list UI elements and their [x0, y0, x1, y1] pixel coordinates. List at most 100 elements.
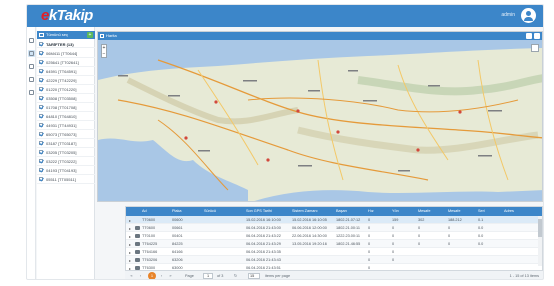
current-page-button[interactable]: 1: [148, 272, 156, 279]
vehicle-checkbox[interactable]: [39, 123, 43, 127]
share-icon[interactable]: [28, 89, 35, 96]
vehicle-label: 05511 [TT05511]: [46, 177, 76, 182]
vehicle-list-item[interactable]: 44931 [TT44931]: [37, 121, 95, 130]
app-root: ekTakip admin Tümünü seç + TARİFTER (13)…: [0, 0, 554, 286]
table-cell-gps: 06.04.2016 21:43:35: [246, 250, 281, 254]
map-maximize-button[interactable]: [534, 33, 540, 39]
table-cell-dir: 0: [392, 258, 395, 262]
col-system-time[interactable]: Sistem Zamanı: [292, 209, 318, 213]
col-plate[interactable]: Plaka: [172, 209, 182, 213]
vehicle-checkbox[interactable]: [39, 177, 43, 181]
vehicle-list-item[interactable]: 025641 [TT02641]: [37, 58, 95, 67]
vehicle-list-item[interactable]: 04193 [TT04193]: [37, 166, 95, 175]
application-window: ekTakip admin Tümünü seç + TARİFTER (13)…: [26, 4, 544, 280]
table-cell-gps: 15.02.2016 16:10:00: [246, 218, 281, 222]
vehicle-checkbox[interactable]: [39, 105, 43, 109]
vehicle-list-item[interactable]: 65073 [TT65073]: [37, 130, 95, 139]
map-canvas[interactable]: [98, 40, 543, 202]
add-vehicle-button[interactable]: +: [87, 32, 93, 38]
table-cell-speed: 0: [368, 258, 371, 262]
page-size-select[interactable]: 15: [248, 273, 260, 279]
table-row[interactable]: ▸ TT64166 64166 06.04.2016 21:43:35 0 0: [126, 248, 542, 256]
app-logo[interactable]: ekTakip: [41, 7, 93, 24]
vehicle-list-item[interactable]: 03187 [TT03187]: [37, 139, 95, 148]
table-cell-speed: 0: [368, 234, 371, 238]
user-avatar-icon[interactable]: [521, 8, 536, 23]
table-cell-dist1: 302: [418, 218, 425, 222]
table-cell-ok: 1802.21.07:12: [336, 218, 361, 222]
col-address[interactable]: Adres: [504, 209, 514, 213]
next-page-button[interactable]: ›: [159, 273, 164, 278]
vehicle-checkbox[interactable]: [39, 51, 43, 55]
vehicle-checkbox[interactable]: [39, 141, 43, 145]
vehicle-list-item[interactable]: 01220 [TT01220]: [37, 85, 95, 94]
vehicle-checkbox[interactable]: [39, 159, 43, 163]
vehicle-panel-header: Tümünü seç +: [37, 31, 95, 39]
vehicle-list-item[interactable]: 64591 [TT64591]: [37, 67, 95, 76]
page-number-input[interactable]: 1: [203, 273, 213, 279]
col-success[interactable]: Başarı: [336, 209, 347, 213]
vehicle-list-item[interactable]: 03222 [TT03222]: [37, 157, 95, 166]
last-page-button[interactable]: »: [168, 273, 173, 278]
logo-text: kTakip: [48, 7, 93, 24]
vehicle-checkbox[interactable]: [39, 114, 43, 118]
vehicle-label: 03205 [TT03205]: [46, 150, 77, 155]
table-row[interactable]: ▸ TT64225 84225 06.04.2016 21:43:29 13.05.20…: [126, 240, 542, 248]
vehicle-label: 42229 [TT42229]: [46, 78, 77, 83]
vehicle-list-item[interactable]: 42229 [TT42229]: [37, 76, 95, 85]
row-expand-icon[interactable]: ▸: [129, 218, 131, 223]
vehicle-checkbox[interactable]: [39, 168, 43, 172]
vehicle-checkbox[interactable]: [39, 69, 43, 73]
report-icon[interactable]: [28, 76, 35, 83]
col-direction[interactable]: Yön: [392, 209, 399, 213]
table-row[interactable]: ▸ TT0600 00600 15.02.2016 16:10:00 15.02.201…: [126, 216, 542, 224]
map-layers-icon[interactable]: [531, 44, 539, 52]
table-cell-id: TT63206: [142, 258, 158, 262]
table-row[interactable]: ▸ TT63206 63206 06.04.2016 21:43:43 0 0: [126, 256, 542, 264]
table-row[interactable]: ▸ TT0100 00401 06.04.2016 21:43:22 22.06.201…: [126, 232, 542, 240]
table-row[interactable]: ▸ TT0600 00661 06.04.2016 21:43:00 06.06.201…: [126, 224, 542, 232]
col-serial[interactable]: Seri: [478, 209, 485, 213]
row-expand-icon[interactable]: ▸: [129, 242, 131, 247]
col-driver[interactable]: Sürücü: [204, 209, 216, 213]
route-icon[interactable]: [28, 50, 35, 57]
row-expand-icon[interactable]: ▸: [129, 234, 131, 239]
vehicle-list-item[interactable]: 05511 [TT05511]: [37, 175, 95, 184]
vehicle-checkbox[interactable]: [39, 96, 43, 100]
vehicle-list-item[interactable]: 03508 [TT03508]: [37, 94, 95, 103]
vehicle-checkbox[interactable]: [39, 78, 43, 82]
refresh-icon[interactable]: ↻: [233, 273, 238, 278]
vehicle-list-item[interactable]: 64810 [TT64810]: [37, 112, 95, 121]
settings-icon[interactable]: [28, 63, 35, 70]
table-cell-dist1: 0: [418, 242, 421, 246]
vehicle-checkbox[interactable]: [39, 60, 43, 64]
vehicle-list-item[interactable]: 01708 [TT01708]: [37, 103, 95, 112]
col-distance-2[interactable]: Mesafe: [448, 209, 460, 213]
home-icon[interactable]: [28, 37, 35, 44]
user-name[interactable]: admin: [501, 12, 515, 18]
grid-scrollbar-thumb[interactable]: [538, 219, 542, 237]
map-minimize-button[interactable]: [526, 33, 532, 39]
vehicle-label: 01708 [TT01708]: [46, 105, 77, 110]
table-cell-speed: 0: [368, 226, 371, 230]
map-zoom-control[interactable]: + −: [101, 44, 107, 58]
row-expand-icon[interactable]: ▸: [129, 250, 131, 255]
group-checkbox[interactable]: [39, 42, 43, 46]
col-gps-date[interactable]: Son GPS Tarihi: [246, 209, 272, 213]
list-icon: [39, 33, 44, 37]
vehicle-checkbox[interactable]: [39, 150, 43, 154]
vehicle-list-item[interactable]: 06M411 [TT0644]: [37, 49, 95, 58]
row-expand-icon[interactable]: ▸: [129, 258, 131, 263]
prev-page-button[interactable]: ‹: [138, 273, 143, 278]
vehicle-label: 01220 [TT01220]: [46, 87, 77, 92]
col-distance-1[interactable]: Mesafe: [418, 209, 430, 213]
vehicle-group-row[interactable]: TARİFTER (13): [37, 40, 95, 48]
vehicle-checkbox[interactable]: [39, 132, 43, 136]
col-speed[interactable]: Hız: [368, 209, 374, 213]
truck-icon: [135, 258, 140, 262]
row-expand-icon[interactable]: ▸: [129, 226, 131, 231]
first-page-button[interactable]: «: [129, 273, 134, 278]
col-name[interactable]: Ad: [142, 209, 147, 213]
vehicle-list-item[interactable]: 03205 [TT03205]: [37, 148, 95, 157]
vehicle-checkbox[interactable]: [39, 87, 43, 91]
